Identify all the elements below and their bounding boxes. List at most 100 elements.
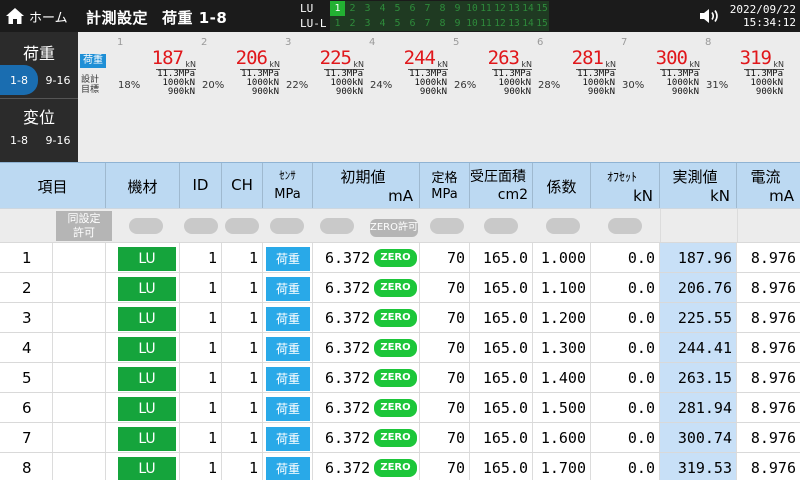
bulk-area-pill[interactable] [484, 218, 518, 234]
sensor-button[interactable]: 荷重 [266, 277, 310, 301]
row-rated[interactable]: 70 [420, 363, 470, 393]
row-rated[interactable]: 70 [420, 453, 470, 480]
equipment-button[interactable]: LU [118, 277, 176, 301]
row-coef[interactable]: 1.500 [533, 393, 591, 423]
zero-button[interactable]: ZERO [374, 249, 417, 267]
row-area[interactable]: 165.0 [470, 423, 533, 453]
row-id[interactable]: 1 [180, 243, 222, 273]
row-id[interactable]: 1 [180, 303, 222, 333]
bulk-sensor-pill[interactable] [270, 218, 304, 234]
zero-button[interactable]: ZERO [374, 369, 417, 387]
equipment-button[interactable]: LU [118, 367, 176, 391]
row-ch[interactable]: 1 [222, 333, 263, 363]
sidebar-load-9-16[interactable]: 9-16 [40, 65, 76, 95]
equipment-button[interactable]: LU [118, 457, 176, 480]
summary-column-8: 8 319 kN 31% 11.3MPa 1000kN 900kN [702, 32, 786, 102]
target-load: 900kN [503, 87, 531, 97]
equipment-button[interactable]: LU [118, 337, 176, 361]
bulk-offset-pill[interactable] [608, 218, 642, 234]
header-sensor-unit: MPa [274, 187, 301, 202]
sidebar-disp-1-8[interactable]: 1-8 [0, 128, 38, 152]
sensor-button[interactable]: 荷重 [266, 367, 310, 391]
sensor-button[interactable]: 荷重 [266, 247, 310, 271]
sensor-button[interactable]: 荷重 [266, 427, 310, 451]
row-offset[interactable]: 0.0 [591, 393, 660, 423]
home-button[interactable]: ホーム [0, 0, 74, 32]
row-area[interactable]: 165.0 [470, 303, 533, 333]
row-offset[interactable]: 0.0 [591, 273, 660, 303]
row-coef[interactable]: 1.600 [533, 423, 591, 453]
row-coef[interactable]: 1.100 [533, 273, 591, 303]
row-rated[interactable]: 70 [420, 393, 470, 423]
row-rated[interactable]: 70 [420, 243, 470, 273]
row-offset[interactable]: 0.0 [591, 363, 660, 393]
header-item: 項目 [0, 163, 106, 209]
row-id[interactable]: 1 [180, 423, 222, 453]
row-offset[interactable]: 0.0 [591, 303, 660, 333]
row-offset[interactable]: 0.0 [591, 423, 660, 453]
row-ch[interactable]: 1 [222, 303, 263, 333]
zero-button[interactable]: ZERO [374, 459, 417, 477]
row-offset[interactable]: 0.0 [591, 453, 660, 480]
zero-button[interactable]: ZERO [374, 339, 417, 357]
row-id[interactable]: 1 [180, 453, 222, 480]
row-id[interactable]: 1 [180, 273, 222, 303]
bulk-initial-pill[interactable] [320, 218, 354, 234]
row-offset[interactable]: 0.0 [591, 333, 660, 363]
row-area[interactable]: 165.0 [470, 453, 533, 480]
zero-allow-button[interactable]: ZERO許可 [370, 219, 418, 237]
row-coef[interactable]: 1.300 [533, 333, 591, 363]
row-coef[interactable]: 1.000 [533, 243, 591, 273]
row-ch[interactable]: 1 [222, 363, 263, 393]
sidebar-disp-9-16[interactable]: 9-16 [40, 128, 76, 152]
equipment-button[interactable]: LU [118, 397, 176, 421]
sensor-button[interactable]: 荷重 [266, 457, 310, 480]
row-rated[interactable]: 70 [420, 273, 470, 303]
equipment-button[interactable]: LU [118, 307, 176, 331]
row-ch[interactable]: 1 [222, 243, 263, 273]
sensor-button[interactable]: 荷重 [266, 307, 310, 331]
same-setting-allow-button[interactable]: 同設定 許可 [56, 211, 112, 241]
row-coef[interactable]: 1.200 [533, 303, 591, 333]
row-rated[interactable]: 70 [420, 423, 470, 453]
bulk-id-pill[interactable] [184, 218, 218, 234]
zero-button[interactable]: ZERO [374, 279, 417, 297]
zero-button[interactable]: ZERO [374, 399, 417, 417]
bulk-rated-pill[interactable] [430, 218, 464, 234]
row-rated[interactable]: 70 [420, 303, 470, 333]
sidebar-load-1-8[interactable]: 1-8 [0, 65, 38, 95]
row-area[interactable]: 165.0 [470, 273, 533, 303]
bulk-equipment-pill[interactable] [129, 218, 163, 234]
row-ch[interactable]: 1 [222, 393, 263, 423]
row-current: 8.976 [750, 399, 796, 417]
lu-channel-7: 7 [424, 3, 431, 14]
column-index: 3 [285, 37, 292, 48]
speaker-icon[interactable] [698, 7, 722, 25]
sensor-button[interactable]: 荷重 [266, 397, 310, 421]
row-ch[interactable]: 1 [222, 453, 263, 480]
zero-button[interactable]: ZERO [374, 309, 417, 327]
bulk-coef-pill[interactable] [546, 218, 580, 234]
header-measured: 実測値 kN [660, 163, 737, 209]
row-rated[interactable]: 70 [420, 333, 470, 363]
row-coef[interactable]: 1.700 [533, 453, 591, 480]
equipment-button[interactable]: LU [118, 247, 176, 271]
row-area[interactable]: 165.0 [470, 393, 533, 423]
page-title-sub: 荷重 1-8 [162, 9, 228, 27]
equipment-button[interactable]: LU [118, 427, 176, 451]
row-coef[interactable]: 1.400 [533, 363, 591, 393]
row-ch[interactable]: 1 [222, 273, 263, 303]
bulk-ch-pill[interactable] [225, 218, 259, 234]
row-offset[interactable]: 0.0 [591, 243, 660, 273]
row-ch[interactable]: 1 [222, 423, 263, 453]
row-area[interactable]: 165.0 [470, 243, 533, 273]
zero-button[interactable]: ZERO [374, 429, 417, 447]
row-area[interactable]: 165.0 [470, 333, 533, 363]
row-id[interactable]: 1 [180, 393, 222, 423]
row-id[interactable]: 1 [180, 333, 222, 363]
unit-label: kN [185, 60, 196, 69]
row-current: 8.976 [750, 429, 796, 447]
row-id[interactable]: 1 [180, 363, 222, 393]
sensor-button[interactable]: 荷重 [266, 337, 310, 361]
row-area[interactable]: 165.0 [470, 363, 533, 393]
